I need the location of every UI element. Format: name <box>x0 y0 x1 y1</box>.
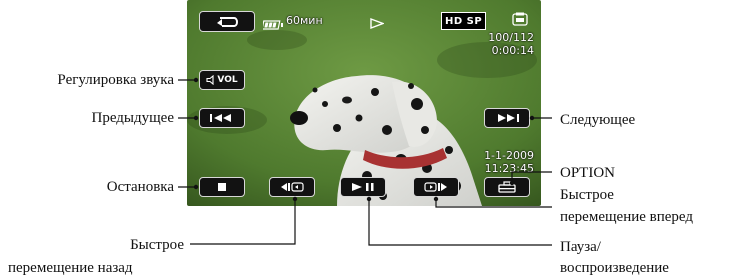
back-button[interactable] <box>199 11 255 32</box>
callout-next: Следующее <box>560 112 636 128</box>
volume-button[interactable]: VOL <box>199 70 245 90</box>
play-pause-icon <box>352 183 374 191</box>
option-button[interactable] <box>484 177 530 197</box>
playback-screen: 60мин HD SP 100/112 0:00:14 VOL 1-1-2009… <box>187 0 541 206</box>
recording-date: 1-1-2009 <box>484 149 534 162</box>
callout-volume: Регулировка звука <box>57 72 174 88</box>
rewind-button[interactable] <box>269 177 315 197</box>
callout-pause-line1: Пауза/ <box>560 239 601 255</box>
callout-pause-line2: воспроизведение <box>560 260 669 276</box>
quality-badge: HD SP <box>441 12 487 30</box>
option-toolbox-icon <box>498 181 516 193</box>
callout-rewind-line2: перемещение назад <box>8 260 133 276</box>
callout-forward-line1: Быстрое <box>560 187 614 203</box>
volume-label: VOL <box>217 75 238 85</box>
recording-time: 11:23:45 <box>484 162 534 175</box>
play-triangle-icon <box>370 16 385 34</box>
skip-previous-icon <box>210 114 231 122</box>
callout-option: OPTION <box>560 165 615 181</box>
previous-button[interactable] <box>199 108 245 128</box>
elapsed-time: 0:00:14 <box>491 44 534 57</box>
slow-rewind-icon <box>281 182 304 192</box>
file-counter: 100/112 <box>488 31 534 44</box>
speaker-icon <box>206 75 214 85</box>
forward-button[interactable] <box>413 177 459 197</box>
return-arrow-icon <box>217 16 238 27</box>
skip-next-icon <box>498 114 519 122</box>
callout-rewind-line1: Быстрое <box>130 237 184 253</box>
stop-button[interactable] <box>199 177 245 197</box>
next-button[interactable] <box>484 108 530 128</box>
battery-icon <box>261 17 283 35</box>
callout-previous: Предыдущее <box>91 110 175 126</box>
battery-time: 60мин <box>286 14 323 27</box>
slow-forward-icon <box>424 182 447 192</box>
memory-card-icon <box>512 12 528 31</box>
stop-square-icon <box>218 183 226 191</box>
callout-stop: Остановка <box>106 179 174 195</box>
callout-forward-line2: перемещение вперед <box>560 209 694 225</box>
play-pause-button[interactable] <box>340 177 386 197</box>
